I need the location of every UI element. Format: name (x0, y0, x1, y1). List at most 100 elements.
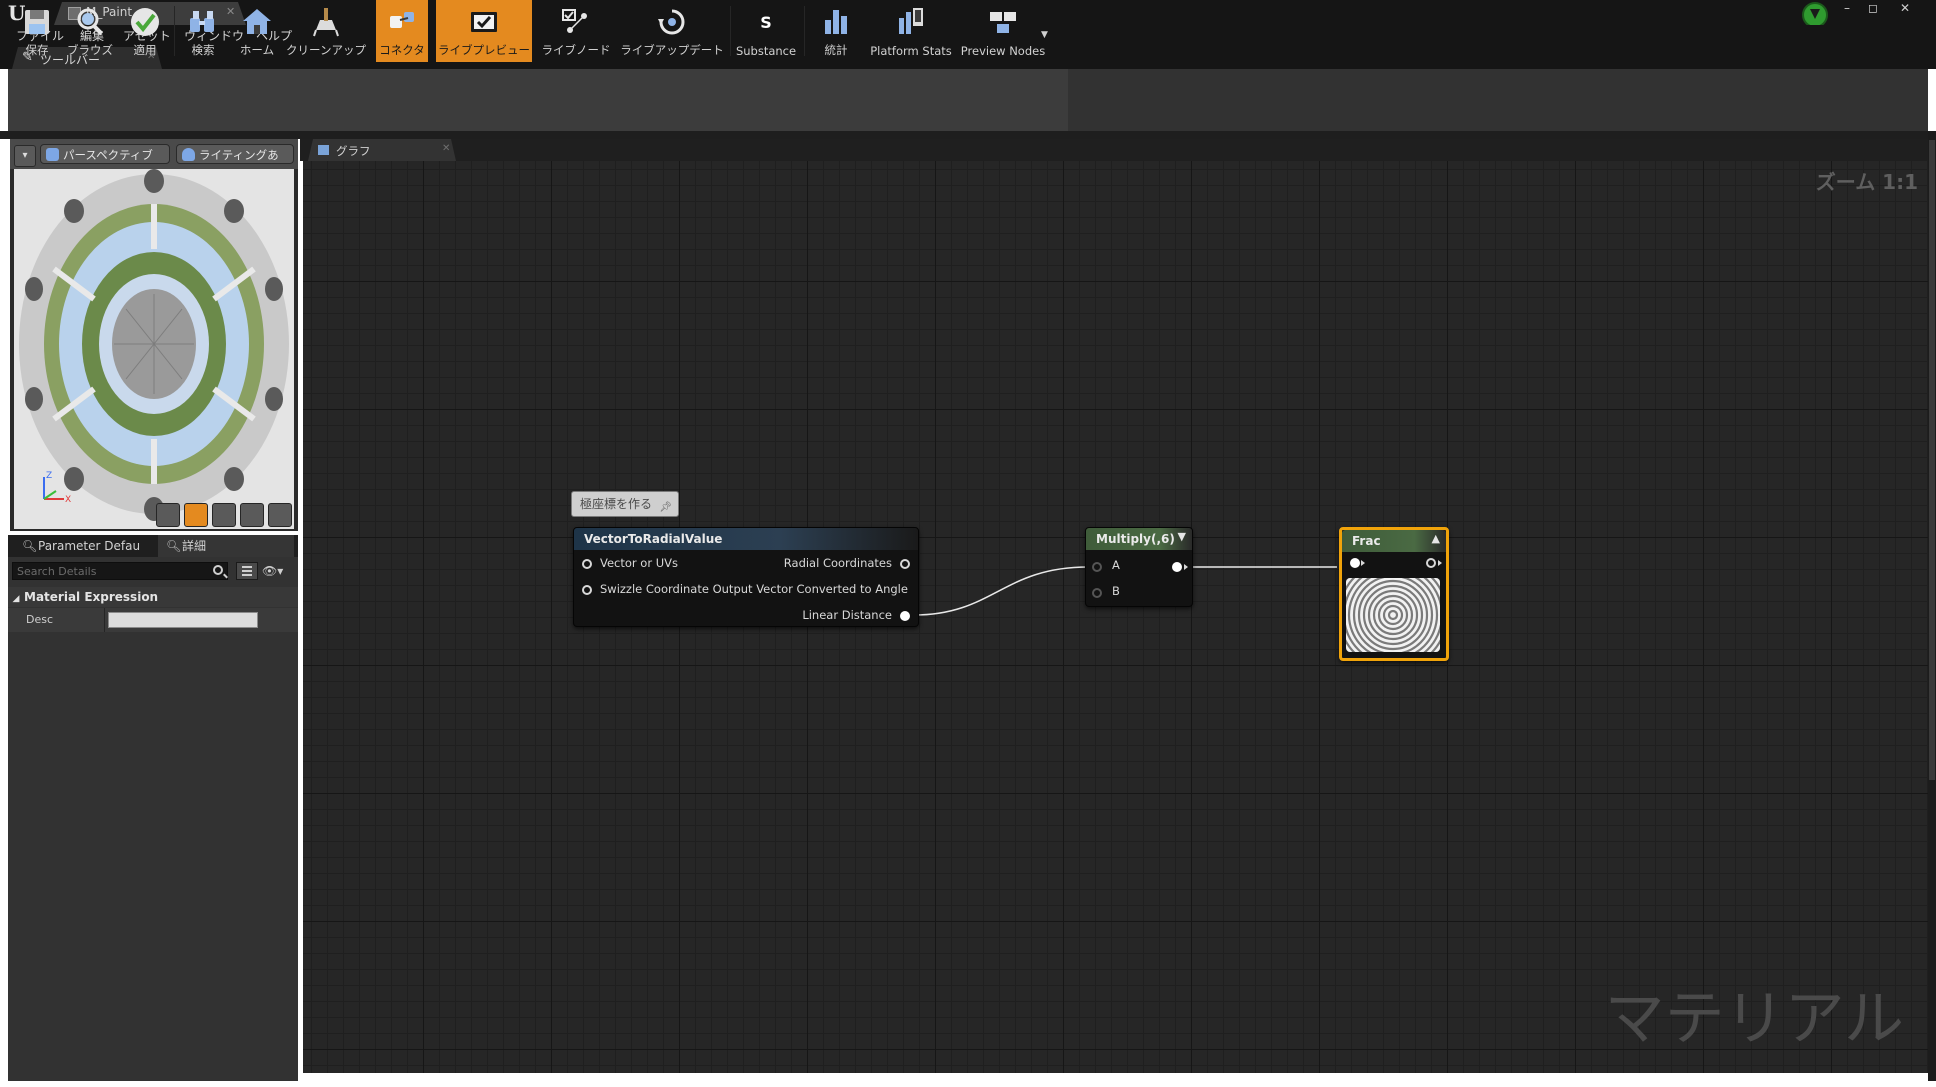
wire-linear-distance-to-a (913, 566, 1089, 616)
mesh-preview-button[interactable] (268, 503, 292, 527)
substance-icon: S (760, 13, 772, 32)
pin-label-swizzle: Swizzle Coordinate Output Vector Convert… (600, 582, 908, 596)
panel-gap (0, 131, 1936, 139)
axis-gizmo-icon: Z X (43, 471, 71, 505)
node-comment[interactable]: 極座標を作る 📌︎ (571, 491, 679, 517)
collapse-arrow-icon[interactable]: ▲ (1432, 532, 1440, 545)
browse-label: ブラウズ (67, 43, 113, 57)
platform-stats-button[interactable]: Platform Stats (868, 0, 954, 62)
close-window-button[interactable]: ✕ (1894, 1, 1916, 15)
preview-nodes-label: Preview Nodes (960, 44, 1046, 58)
platform-stats-icon (899, 8, 923, 34)
svg-text:X: X (65, 495, 71, 505)
substance-button[interactable]: S Substance (734, 0, 798, 62)
search-icon[interactable] (213, 565, 223, 575)
details-search-input[interactable] (17, 563, 197, 579)
tab-graph-label: グラフ (336, 144, 371, 158)
property-divider[interactable] (104, 608, 105, 632)
input-pin-swizzle[interactable] (582, 585, 592, 595)
apply-button[interactable]: 適用 (120, 0, 170, 62)
preview-nodes-button[interactable]: Preview Nodes (958, 0, 1048, 62)
plane-preview-button[interactable] (212, 503, 236, 527)
tab-details[interactable]: 🔍︎ 詳細 (158, 535, 294, 557)
preview-shape-buttons (156, 503, 296, 527)
home-icon (243, 9, 271, 34)
cylinder-preview-button[interactable] (156, 503, 180, 527)
home-label: ホーム (239, 43, 275, 57)
tab-parameter-defaults[interactable]: 🔍︎ Parameter Defau (14, 535, 154, 557)
grid-icon (242, 566, 252, 576)
connector-label: コネクタ (379, 43, 425, 57)
section-title: Material Expression (24, 590, 159, 604)
view-options-button[interactable]: 👁︎▾ (262, 562, 292, 580)
preview-viewport[interactable]: ▾ パースペクティブ ライティングあり (10, 139, 298, 531)
node-frac[interactable]: Frac ▲ (1339, 527, 1449, 661)
output-pin-result[interactable] (1172, 562, 1182, 572)
restore-button[interactable]: ◻ (1862, 1, 1884, 15)
cleanup-label: クリーンアップ (286, 43, 366, 57)
tab-graph[interactable]: グラフ ✕ (308, 139, 456, 161)
node-multiply[interactable]: Multiply(,6) ▼ A B (1085, 527, 1193, 607)
connector-button[interactable]: コネクタ (376, 0, 428, 62)
collapse-arrow-icon: ◢ (12, 594, 20, 604)
live-preview-icon (471, 12, 497, 32)
viewport-options-dropdown[interactable]: ▾ (14, 145, 36, 167)
perspective-button[interactable]: パースペクティブ (40, 144, 170, 164)
pin-label-a: A (1112, 558, 1120, 572)
eye-icon: 👁︎▾ (262, 564, 284, 578)
input-pin-a[interactable] (1092, 562, 1102, 572)
output-pin-radial-coordinates[interactable] (900, 559, 910, 569)
pin-label-radial-coordinates: Radial Coordinates (783, 556, 892, 570)
substance-label: Substance (735, 44, 797, 58)
output-pin-linear-distance[interactable] (900, 611, 910, 621)
tab-details-label: 詳細 (182, 539, 207, 553)
live-nodes-button[interactable]: ライブノード (538, 0, 614, 62)
cube-preview-button[interactable] (240, 503, 264, 527)
svg-text:S: S (760, 13, 772, 32)
connector-icon (390, 12, 414, 28)
input-pin-b[interactable] (1092, 588, 1102, 598)
close-icon[interactable]: ✕ (442, 143, 450, 154)
desc-input[interactable] (108, 612, 258, 628)
sphere-preview-button[interactable] (184, 503, 208, 527)
lighting-icon (182, 148, 195, 161)
graph-scrollbar-thumb[interactable] (1929, 140, 1935, 780)
stats-label: 統計 (824, 43, 848, 57)
desc-label: Desc (26, 613, 54, 626)
toolbar-separator (174, 6, 175, 56)
property-matrix-button[interactable] (236, 562, 258, 580)
toolbar-overflow-arrow-icon[interactable]: ▼ (1041, 30, 1048, 40)
magnifier-icon: 🔍︎ (22, 539, 38, 553)
perspective-label: パースペクティブ (63, 148, 153, 162)
node-vector-to-radial-value[interactable]: VectorToRadialValue Vector or UVs Swizzl… (573, 527, 919, 627)
node-title: Multiply(,6) (1086, 528, 1192, 550)
live-preview-button[interactable]: ライブプレビュー (436, 0, 532, 62)
output-pin[interactable] (1426, 558, 1436, 568)
apply-icon (131, 8, 159, 36)
wire-layer (913, 566, 1337, 616)
save-icon (25, 10, 49, 34)
material-expression-section[interactable]: ◢ Material Expression (8, 587, 298, 607)
lighting-button[interactable]: ライティングあり (176, 144, 294, 182)
save-label: 保存 (25, 43, 49, 57)
input-pin[interactable] (1350, 558, 1360, 568)
cleanup-button[interactable]: クリーンアップ (286, 0, 366, 62)
pin-icon[interactable]: 📌︎ (659, 496, 672, 520)
input-pin-vector-or-uvs[interactable] (582, 559, 592, 569)
search-button[interactable]: 検索 (178, 0, 228, 62)
collapse-arrow-icon[interactable]: ▼ (1178, 530, 1186, 543)
minimize-button[interactable]: – (1836, 1, 1858, 15)
live-update-button[interactable]: ライブアップデート (620, 0, 724, 62)
stats-button[interactable]: 統計 (808, 0, 864, 62)
node-comment-text: 極座標を作る (580, 497, 653, 511)
material-graph-canvas[interactable]: ズーム 1:1 マテリアル 極座標を作る 📌︎ VectorToRadialVa… (303, 161, 1928, 1073)
preview-nodes-icon (990, 12, 1016, 33)
desc-property-row: Desc (8, 608, 298, 632)
browse-button[interactable]: ブラウズ (64, 0, 116, 62)
graph-icon (318, 145, 329, 155)
live-nodes-icon (562, 9, 587, 33)
home-button[interactable]: ホーム (232, 0, 282, 62)
search-icon (190, 11, 214, 32)
platform-stats-label: Platform Stats (870, 44, 952, 58)
save-button[interactable]: 保存 (12, 0, 62, 62)
